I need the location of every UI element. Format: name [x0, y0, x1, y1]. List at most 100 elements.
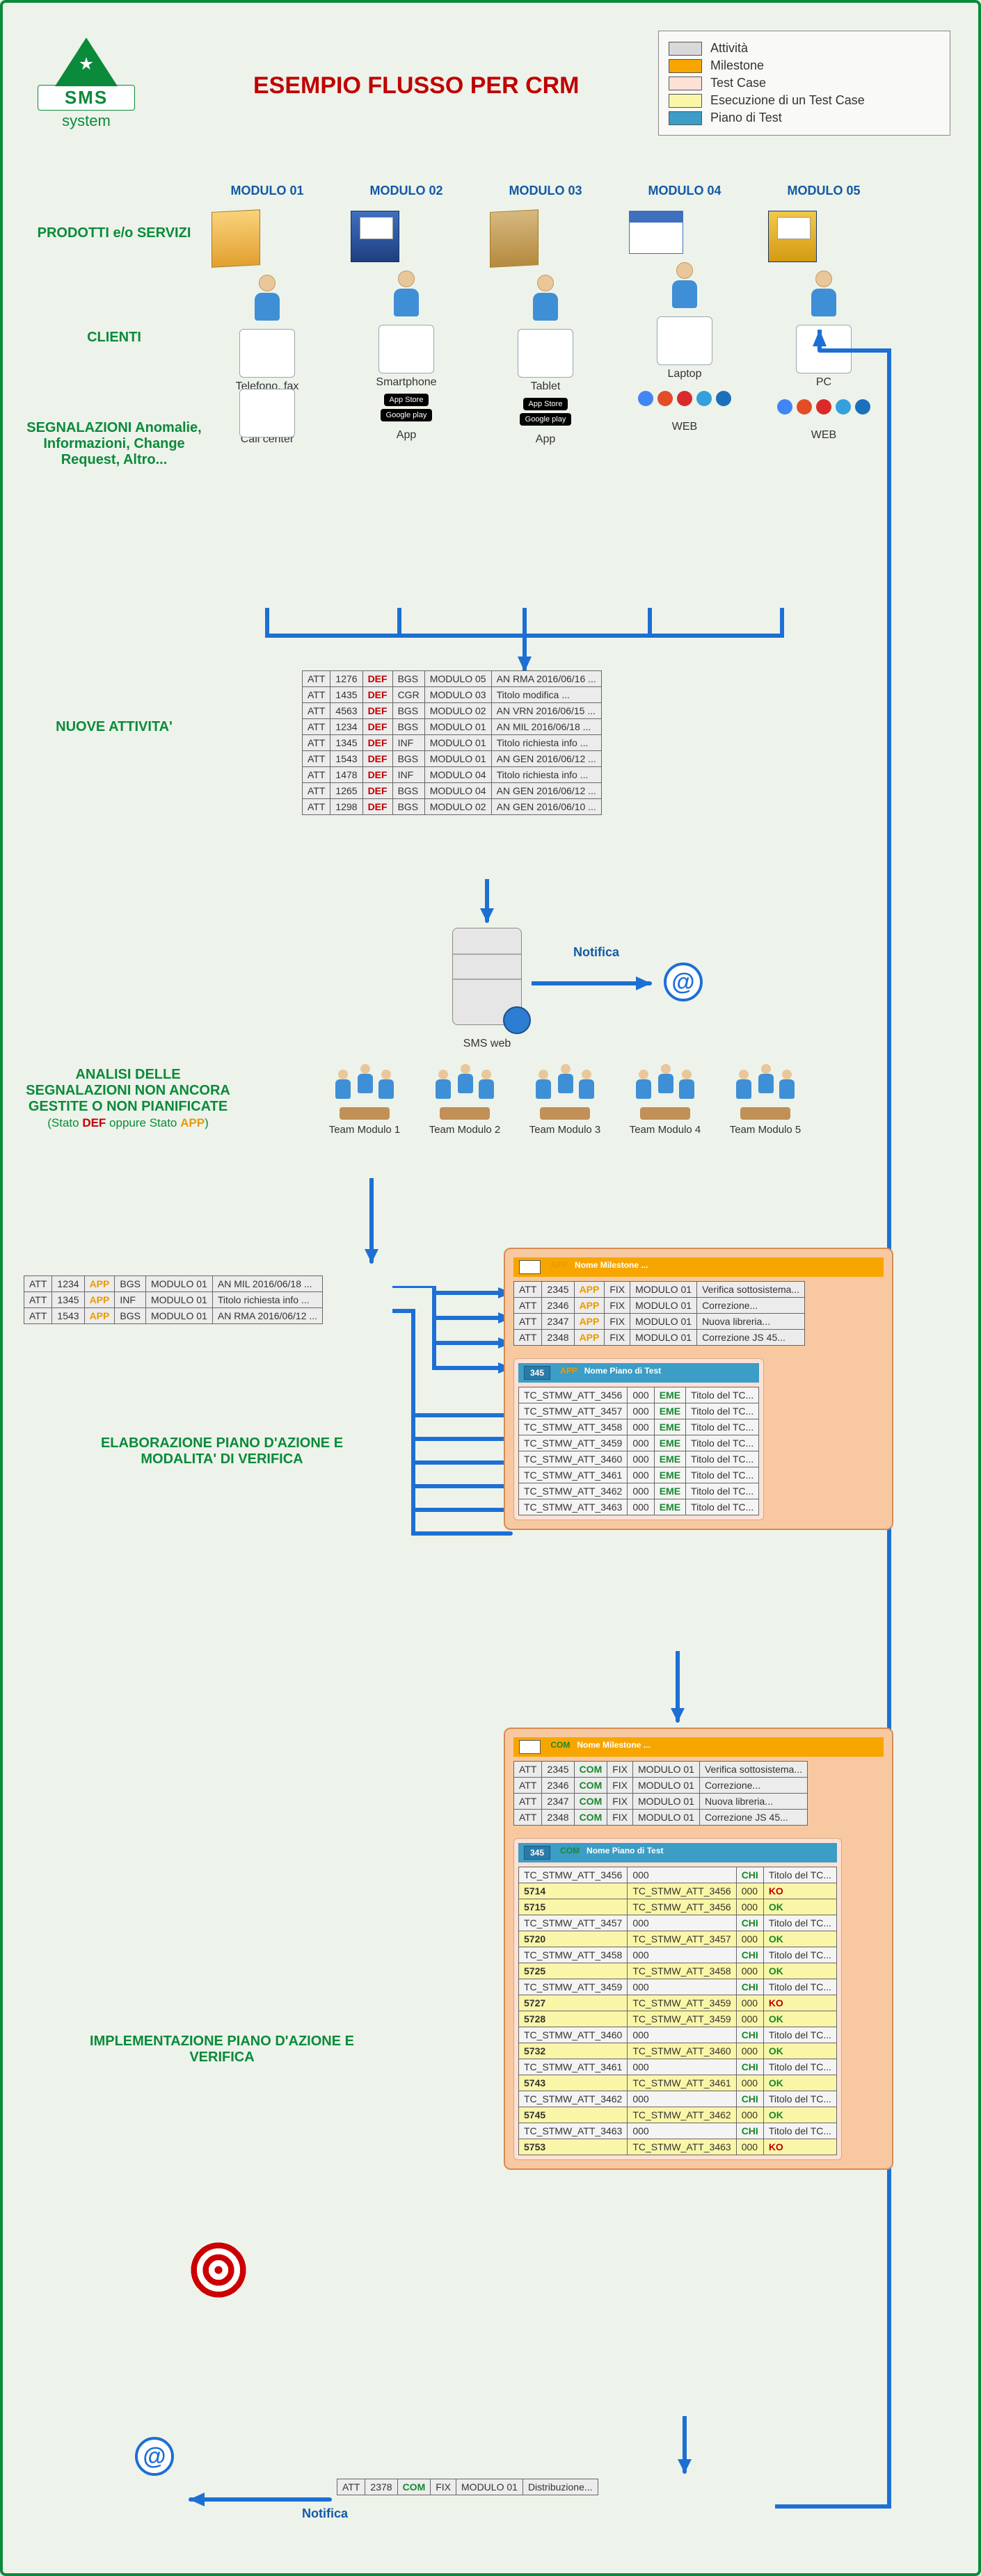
tc-row: TC_STMW_ATT_3459000CHITitolo del TC...	[519, 1979, 837, 1995]
cell: MODULO 01	[633, 1810, 700, 1826]
cell: Correzione...	[699, 1778, 807, 1794]
table-row: ATT2378COMFIXMODULO 01Distribuzione...	[337, 2479, 598, 2495]
product-icon	[351, 211, 462, 262]
cell: 1435	[330, 687, 362, 703]
cell: 2346	[542, 1778, 574, 1794]
cell: APP	[574, 1298, 605, 1314]
cell: BGS	[392, 783, 424, 799]
cell: DEF	[362, 799, 392, 815]
exec-row: 5714TC_STMW_ATT_3456000KO	[519, 1883, 837, 1899]
cell: Titolo richiesta info ...	[491, 767, 601, 783]
target-icon	[191, 2242, 246, 2298]
cell: 1234	[330, 719, 362, 735]
cell: 2347	[542, 1794, 574, 1810]
notifica-label-2: Notifica	[302, 2506, 348, 2521]
table-row: ATT1234APPBGSMODULO 01AN MIL 2016/06/18 …	[24, 1276, 323, 1292]
legend-row: Test Case	[669, 76, 940, 90]
cell: FIX	[605, 1330, 630, 1346]
exec-row: 5725TC_STMW_ATT_3458000OK	[519, 1963, 837, 1979]
cell: MODULO 01	[630, 1298, 697, 1314]
cell: ATT	[303, 783, 330, 799]
cell: AN MIL 2016/06/18 ...	[212, 1276, 322, 1292]
tc-row: TC_STMW_ATT_3460000EMETitolo del TC...	[519, 1451, 759, 1467]
milestone2-state: COM	[550, 1740, 570, 1754]
cell: CGR	[392, 687, 424, 703]
table-row: ATT1276DEFBGSMODULO 05AN RMA 2016/06/16 …	[303, 671, 602, 687]
cell: 1543	[52, 1308, 84, 1324]
cell: 1234	[52, 1276, 84, 1292]
arrow-merge-channels	[225, 608, 824, 677]
cell: APP	[84, 1276, 115, 1292]
final-row-table: ATT2378COMFIXMODULO 01Distribuzione...	[337, 2479, 598, 2495]
cell: BGS	[115, 1308, 146, 1324]
cell: 2347	[542, 1314, 574, 1330]
cell: FIX	[607, 1810, 633, 1826]
table-row: ATT2345APPFIXMODULO 01Verifica sottosist…	[514, 1282, 805, 1298]
tc-row: TC_STMW_ATT_3461000EMETitolo del TC...	[519, 1467, 759, 1483]
tc-row: TC_STMW_ATT_3456000EMETitolo del TC...	[519, 1387, 759, 1403]
cell: APP	[84, 1308, 115, 1324]
cell: MODULO 01	[424, 719, 491, 735]
cell: AN GEN 2016/06/12 ...	[491, 783, 601, 799]
table-row: ATT1234DEFBGSMODULO 01AN MIL 2016/06/18 …	[303, 719, 602, 735]
cell: BGS	[392, 703, 424, 719]
milestone1-state: APP	[550, 1260, 568, 1274]
team-item: Team Modulo 5	[724, 1074, 807, 1136]
exec-row: 5745TC_STMW_ATT_3462000OK	[519, 2107, 837, 2123]
channel-label: WEB	[629, 421, 740, 433]
piano1-name: Nome Piano di Test	[584, 1366, 661, 1380]
cell: DEF	[362, 719, 392, 735]
device-label: Laptop	[629, 368, 740, 380]
cell: AN RMA 2016/06/16 ...	[491, 671, 601, 687]
cell: DEF	[362, 735, 392, 751]
piano2-name: Nome Piano di Test	[587, 1846, 663, 1860]
cell: 2345	[542, 1762, 574, 1778]
cell: MODULO 05	[424, 671, 491, 687]
legend-swatch	[669, 77, 702, 90]
server-icon	[452, 928, 522, 1025]
cell: INF	[115, 1292, 146, 1308]
team-row: Team Modulo 1 Team Modulo 2 Team Modulo …	[323, 1074, 807, 1136]
legend-label: Piano di Test	[710, 111, 782, 125]
cell: Titolo richiesta info ...	[212, 1292, 322, 1308]
cell: DEF	[362, 783, 392, 799]
cell: COM	[574, 1810, 607, 1826]
module-column: MODULO 01 Telefono, fax Call center	[212, 184, 323, 446]
cell: APP	[574, 1330, 605, 1346]
cell: ATT	[514, 1298, 542, 1314]
cell: ATT	[24, 1292, 52, 1308]
nuove-table-wrap: ATT1276DEFBGSMODULO 05AN RMA 2016/06/16 …	[302, 670, 602, 815]
cell: ATT	[24, 1308, 52, 1324]
cell: FIX	[605, 1314, 630, 1330]
cell: 2348	[542, 1330, 574, 1346]
exec-row: 5753TC_STMW_ATT_3463000KO	[519, 2139, 837, 2155]
cell: MODULO 01	[145, 1308, 212, 1324]
milestone2-table: ATT2345COMFIXMODULO 01Verifica sottosist…	[513, 1761, 808, 1826]
cell: 1345	[52, 1292, 84, 1308]
cell: MODULO 02	[424, 703, 491, 719]
cell: FIX	[607, 1762, 633, 1778]
cell: AN RMA 2016/06/12 ...	[212, 1308, 322, 1324]
cell: FIX	[607, 1794, 633, 1810]
cell: ATT	[514, 1314, 542, 1330]
cell: COM	[574, 1794, 607, 1810]
table-row: ATT2347COMFIXMODULO 01Nuova libreria...	[514, 1794, 808, 1810]
cell: FIX	[605, 1298, 630, 1314]
cell: Verifica sottosistema...	[699, 1762, 807, 1778]
tc-row: TC_STMW_ATT_3462000EMETitolo del TC...	[519, 1483, 759, 1499]
legend-panel: Attività Milestone Test Case Esecuzione …	[658, 31, 950, 136]
milestone2-num: 95	[519, 1740, 541, 1754]
cell: ATT	[303, 799, 330, 815]
cell: 2348	[542, 1810, 574, 1826]
cell: ATT	[303, 767, 330, 783]
product-icon	[629, 211, 740, 254]
channel-label: App	[351, 429, 462, 442]
cell: MODULO 01	[145, 1292, 212, 1308]
table-row: ATT2347APPFIXMODULO 01Nuova libreria...	[514, 1314, 805, 1330]
panel-implementazione: 95 COM Nome Milestone ... ATT2345COMFIXM…	[504, 1728, 893, 2170]
piano2-state: COM	[560, 1846, 580, 1860]
client-icon	[253, 275, 281, 321]
tc-row: TC_STMW_ATT_3461000CHITitolo del TC...	[519, 2059, 837, 2075]
cell: 1298	[330, 799, 362, 815]
tc-row: TC_STMW_ATT_3457000EMETitolo del TC...	[519, 1403, 759, 1419]
